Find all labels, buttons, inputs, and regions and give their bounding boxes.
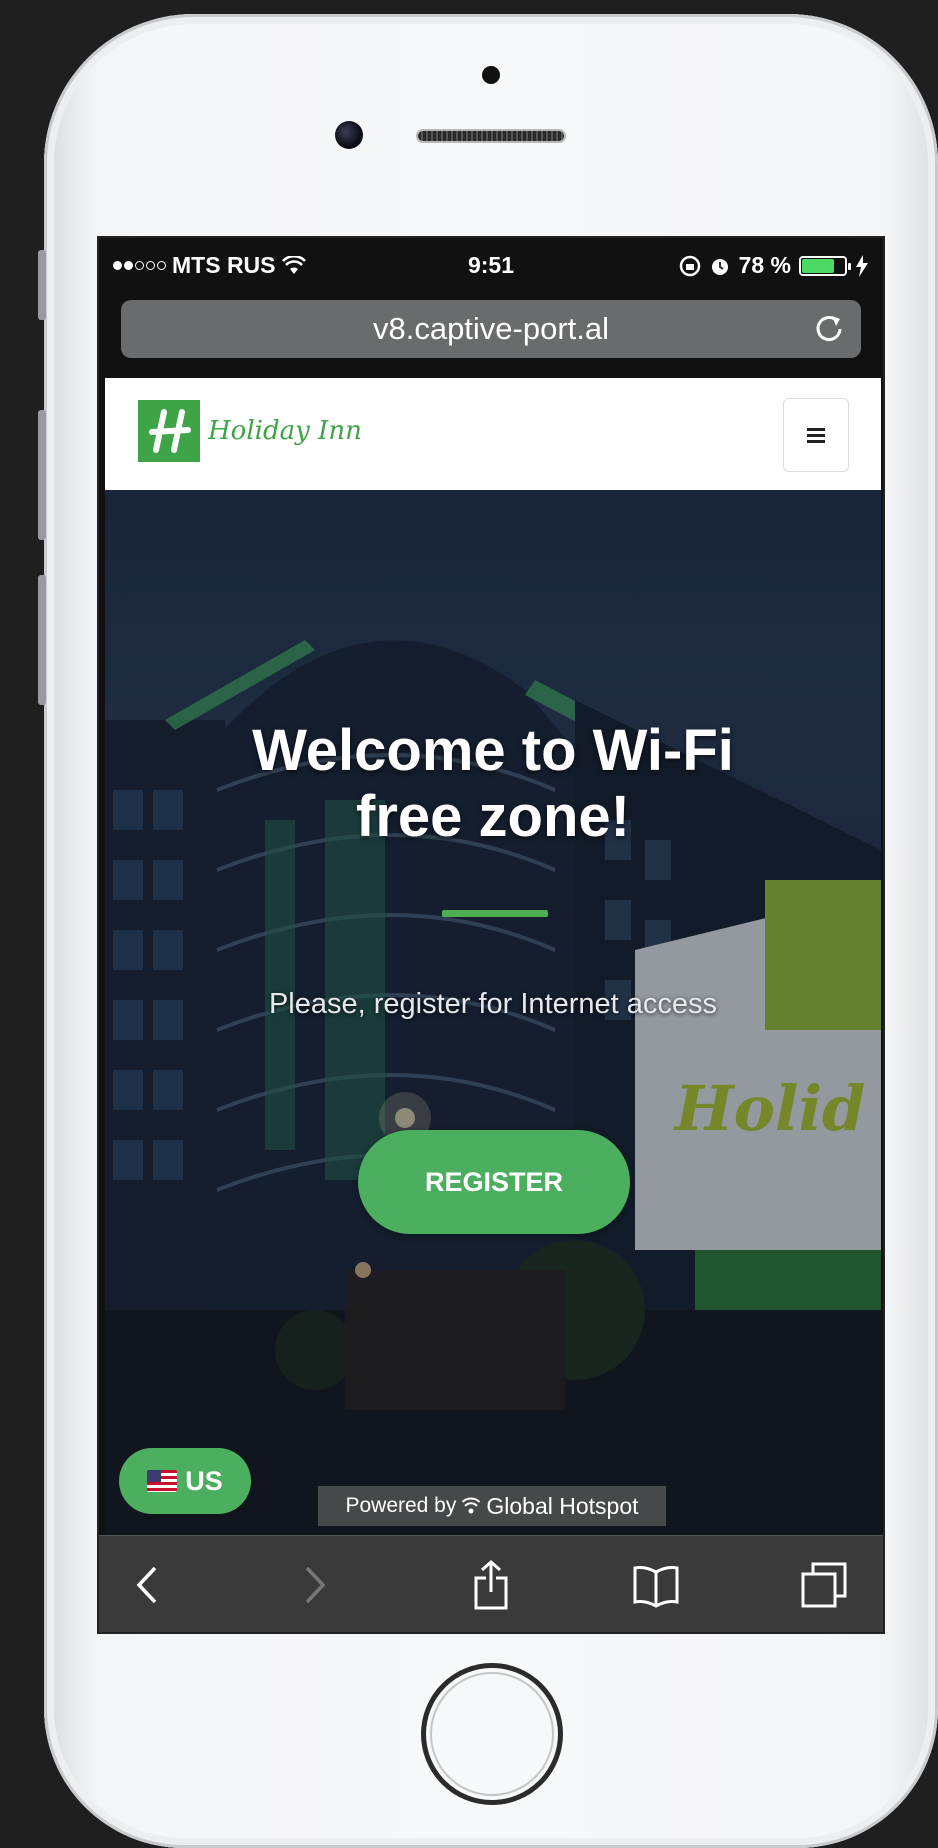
site-header: Holiday Inn	[105, 378, 881, 490]
menu-button[interactable]	[783, 398, 849, 472]
status-bar: MTS RUS 9:51 78 %	[99, 238, 883, 294]
chevron-left-icon[interactable]	[123, 1560, 173, 1610]
share-icon[interactable]	[466, 1560, 516, 1610]
bolt-icon	[856, 254, 868, 277]
powered-by-text: Powered by	[345, 1494, 457, 1517]
proximity-sensor	[482, 66, 500, 84]
phone-screen: MTS RUS 9:51 78 % v8.captive-port.al Hol…	[97, 236, 885, 1634]
volume-up-button	[38, 410, 46, 540]
tabs-icon[interactable]	[799, 1560, 849, 1610]
hotspot-icon	[462, 1497, 481, 1514]
url-text: v8.captive-port.al	[372, 311, 610, 346]
language-selector[interactable]: US	[119, 1448, 251, 1514]
powered-by-badge[interactable]: Powered by Global Hotspot	[318, 1486, 666, 1526]
orientation-lock-icon	[679, 255, 700, 276]
brand-name: Holiday Inn	[208, 416, 362, 446]
welcome-title: Welcome to Wi-Fi free zone!	[105, 718, 881, 850]
captive-portal-page: Holiday Inn Holid Welcome to Wi-Fi free …	[105, 378, 881, 1535]
logo-mark-icon	[138, 400, 200, 462]
hero-section: Holid Welcome to Wi-Fi free zone! Please…	[105, 490, 881, 1535]
hamburger-icon	[807, 428, 825, 443]
volume-down-button	[38, 575, 46, 705]
title-divider	[442, 910, 548, 917]
battery-fill	[802, 258, 835, 273]
address-bar[interactable]: v8.captive-port.al	[121, 300, 861, 358]
reload-icon[interactable]	[811, 310, 847, 346]
alarm-icon	[711, 258, 728, 275]
safari-toolbar	[99, 1535, 883, 1632]
register-prompt: Please, register for Internet access	[268, 988, 718, 1020]
earpiece-speaker	[416, 129, 566, 143]
register-button[interactable]: REGISTER	[358, 1130, 630, 1234]
chevron-right-icon[interactable]	[289, 1560, 339, 1610]
us-flag-icon	[147, 1470, 178, 1492]
battery-percent: 78 %	[738, 252, 791, 278]
front-camera	[335, 121, 363, 149]
home-button[interactable]	[421, 1663, 563, 1805]
battery-icon	[799, 255, 851, 276]
mute-switch	[38, 250, 46, 320]
provider-name: Global Hotspot	[486, 1492, 639, 1519]
holiday-inn-logo[interactable]: Holiday Inn	[138, 400, 362, 462]
status-right: 78 %	[679, 252, 869, 279]
language-label: US	[185, 1465, 223, 1496]
welcome-title-line-2: free zone!	[356, 784, 630, 849]
welcome-title-line-1: Welcome to Wi-Fi	[252, 718, 734, 783]
book-icon[interactable]	[631, 1560, 681, 1610]
